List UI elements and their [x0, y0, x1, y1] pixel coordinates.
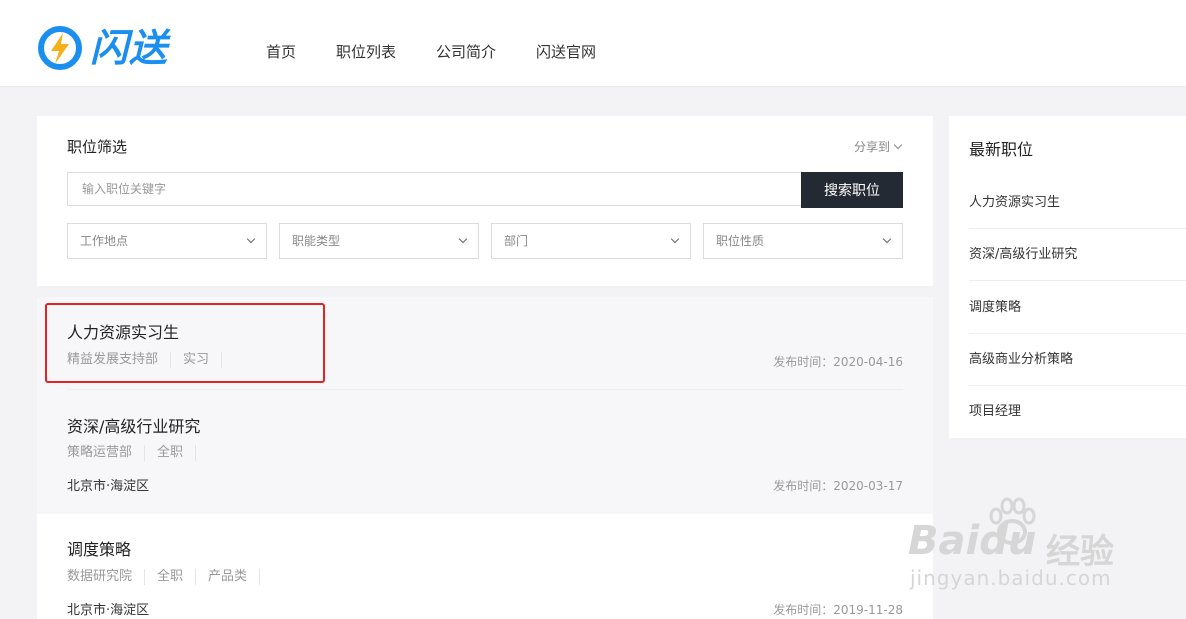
- chevron-down-icon: [458, 234, 468, 244]
- latest-job-link[interactable]: 项目经理: [969, 386, 1186, 438]
- lightning-logo-icon: [38, 26, 82, 70]
- latest-jobs-panel: 最新职位 人力资源实习生 资深/高级行业研究 调度策略 高级商业分析策略 项目经…: [949, 116, 1186, 438]
- job-tags: 数据研究院 全职 产品类: [67, 569, 261, 585]
- watermark-url: jingyan.baidu.com: [910, 566, 1112, 590]
- search-button[interactable]: 搜索职位: [801, 172, 903, 208]
- job-list-item[interactable]: 资深/高级行业研究 策略运营部 全职 北京市·海淀区 发布时间：2020-03-…: [37, 390, 933, 514]
- select-label: 工作地点: [80, 234, 129, 248]
- chevron-down-icon: [893, 140, 903, 150]
- paw-icon: [989, 497, 1036, 545]
- job-filter-panel: 职位筛选 分享到 搜索职位 工作地点 职能类型 部门 职位性质: [37, 116, 933, 286]
- nav-company-intro[interactable]: 公司简介: [436, 42, 496, 62]
- job-date: 发布时间：2019-11-28: [773, 603, 903, 617]
- highlight-box: [45, 303, 325, 383]
- job-date: 发布时间：2020-03-17: [773, 479, 903, 493]
- select-label: 职能类型: [292, 234, 341, 248]
- latest-job-link[interactable]: 人力资源实习生: [969, 177, 1186, 229]
- latest-job-link[interactable]: 高级商业分析策略: [969, 334, 1186, 386]
- nav-job-list[interactable]: 职位列表: [336, 42, 396, 62]
- nav-home[interactable]: 首页: [266, 42, 296, 62]
- job-list-item[interactable]: 调度策略 数据研究院 全职 产品类 北京市·海淀区 发布时间：2019-11-2…: [37, 514, 933, 619]
- filter-selects: 工作地点 职能类型 部门 职位性质: [67, 223, 903, 259]
- location-select[interactable]: 工作地点: [67, 223, 267, 259]
- job-date: 发布时间：2020-04-16: [773, 355, 903, 369]
- baidu-watermark: Baidu 经验 jingyan.baidu.com: [908, 488, 1178, 618]
- latest-jobs-title: 最新职位: [969, 140, 1034, 159]
- latest-job-link[interactable]: 资深/高级行业研究: [969, 229, 1186, 281]
- job-nature-select[interactable]: 职位性质: [703, 223, 903, 259]
- select-label: 职位性质: [716, 234, 765, 248]
- main-nav: 首页 职位列表 公司简介 闪送官网: [266, 42, 636, 62]
- top-header: 闪送 首页 职位列表 公司简介 闪送官网: [0, 0, 1186, 87]
- filter-title: 职位筛选: [67, 138, 128, 156]
- search-input[interactable]: [67, 172, 801, 206]
- job-title: 资深/高级行业研究: [67, 417, 201, 436]
- select-label: 部门: [504, 234, 529, 248]
- job-department-tag: 数据研究院: [67, 569, 133, 584]
- job-category-tag: 产品类: [195, 569, 261, 585]
- job-title: 调度策略: [67, 540, 132, 559]
- share-button[interactable]: 分享到: [853, 138, 903, 155]
- chevron-down-icon: [882, 234, 892, 244]
- job-department-tag: 策略运营部: [67, 445, 133, 460]
- latest-job-link[interactable]: 调度策略: [969, 282, 1186, 334]
- job-type-tag: 全职: [144, 569, 195, 585]
- nav-official-site[interactable]: 闪送官网: [536, 42, 596, 62]
- job-tags: 策略运营部 全职: [67, 445, 197, 461]
- job-type-tag: 全职: [144, 445, 197, 461]
- department-select[interactable]: 部门: [491, 223, 691, 259]
- share-label: 分享到: [853, 140, 890, 154]
- brand-logo[interactable]: 闪送: [36, 24, 168, 72]
- job-location: 北京市·海淀区: [67, 603, 150, 618]
- function-type-select[interactable]: 职能类型: [279, 223, 479, 259]
- job-location: 北京市·海淀区: [67, 479, 150, 494]
- chevron-down-icon: [670, 234, 680, 244]
- chevron-down-icon: [246, 234, 256, 244]
- brand-name: 闪送: [90, 26, 169, 70]
